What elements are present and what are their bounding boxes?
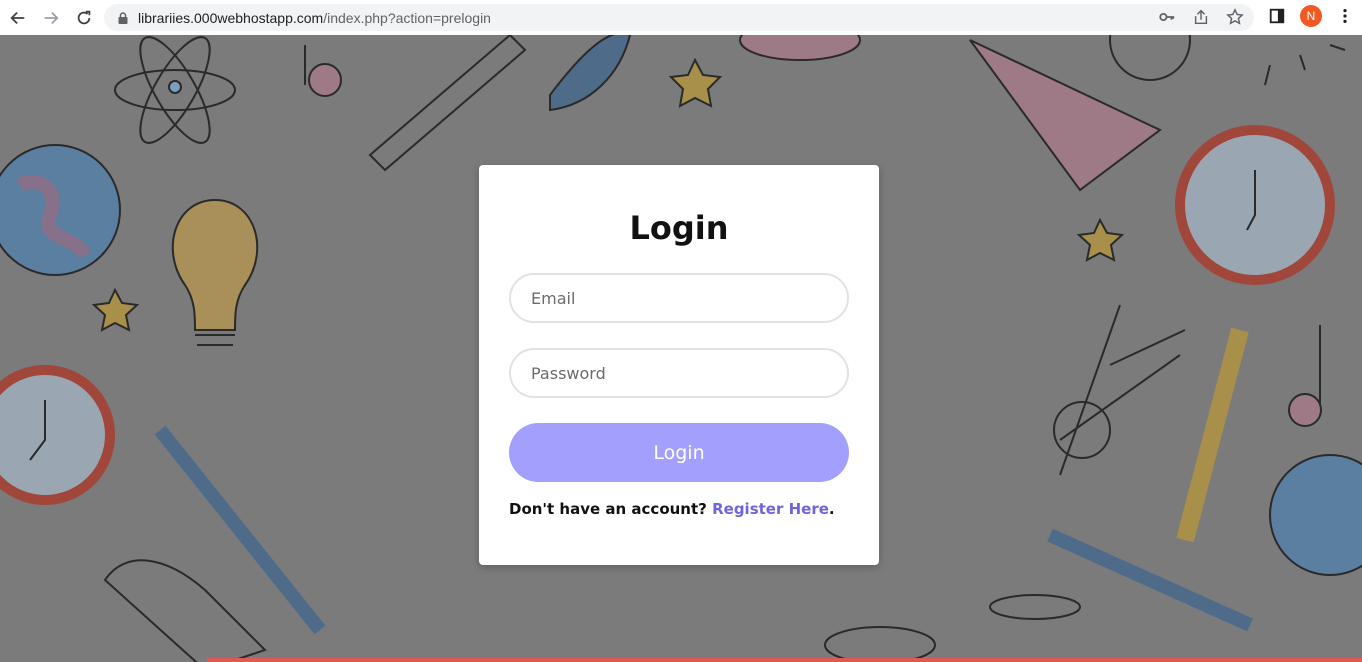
star-icon[interactable] [1226, 8, 1244, 26]
reload-button[interactable] [69, 3, 99, 33]
login-card: Login Login Don't have an account? Regis… [479, 165, 879, 565]
profile-avatar[interactable]: N [1300, 5, 1322, 27]
reload-icon [77, 10, 91, 24]
forward-button[interactable] [36, 3, 66, 33]
login-button[interactable]: Login [509, 423, 849, 482]
arrow-left-icon [10, 11, 25, 24]
bottom-accent-bar [207, 658, 1362, 662]
more-menu-icon[interactable] [1336, 7, 1354, 25]
arrow-right-icon [44, 11, 59, 24]
side-panel-icon[interactable] [1268, 7, 1286, 25]
share-icon[interactable] [1192, 8, 1210, 26]
key-icon[interactable] [1158, 8, 1176, 26]
lock-icon [118, 11, 128, 24]
url-text: librariies.000webhostapp.com/index.php?a… [138, 10, 491, 26]
back-button[interactable] [3, 3, 33, 33]
register-prompt-text: Don't have an account? [509, 500, 707, 518]
address-bar[interactable]: librariies.000webhostapp.com/index.php?a… [104, 4, 1254, 31]
login-title: Login [629, 209, 729, 247]
register-link[interactable]: Register Here [712, 500, 829, 518]
register-prompt: Don't have an account? Register Here. [509, 500, 835, 518]
password-input[interactable] [509, 348, 849, 398]
email-input[interactable] [509, 273, 849, 323]
url-host: librariies.000webhostapp.com [138, 9, 324, 26]
url-path: /index.php?action=prelogin [323, 9, 491, 26]
browser-toolbar: librariies.000webhostapp.com/index.php?a… [0, 0, 1362, 35]
register-suffix: . [828, 500, 835, 518]
